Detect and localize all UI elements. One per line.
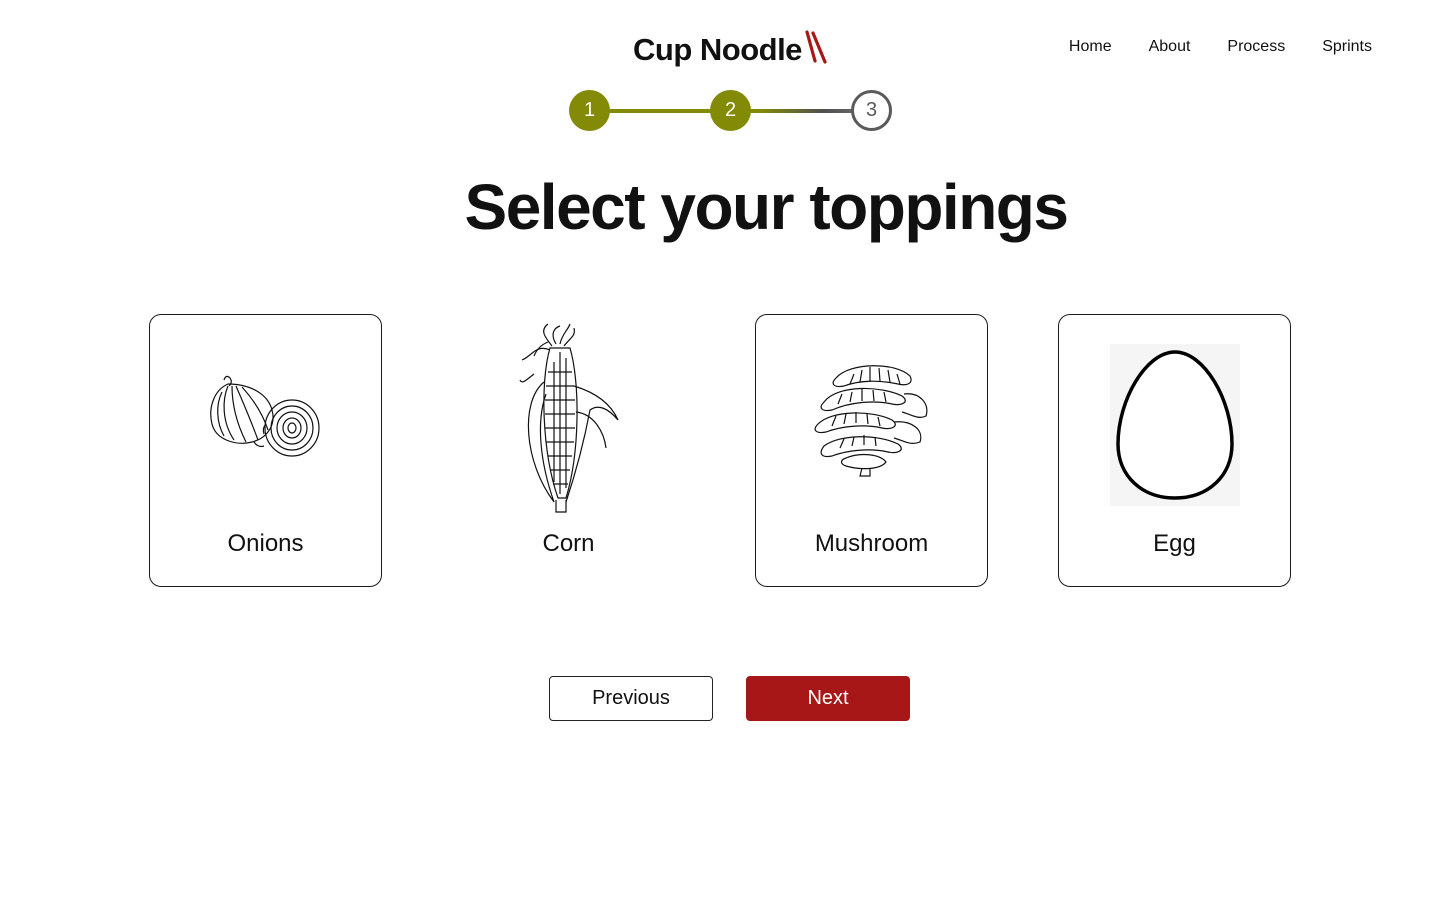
topping-label: Onions bbox=[227, 530, 304, 557]
topping-label: Egg bbox=[1153, 530, 1196, 557]
nav-about-link[interactable]: About bbox=[1149, 38, 1191, 56]
topping-label: Corn bbox=[542, 530, 595, 557]
page-title: Select your toppings bbox=[464, 171, 1069, 243]
topping-label: Mushroom bbox=[814, 530, 929, 557]
step-1[interactable]: 1 bbox=[569, 90, 610, 131]
stepper-connector-2 bbox=[749, 109, 855, 113]
previous-button[interactable]: Previous bbox=[549, 676, 713, 721]
topping-card-egg[interactable]: Egg bbox=[1058, 314, 1291, 587]
nav-process-link[interactable]: Process bbox=[1227, 38, 1285, 56]
topping-card-corn[interactable]: Corn bbox=[452, 314, 685, 587]
topping-card-mushroom[interactable]: Mushroom bbox=[755, 314, 988, 587]
brand-name: Cup Noodle bbox=[633, 32, 802, 67]
step-3[interactable]: 3 bbox=[851, 90, 892, 131]
mushroom-art bbox=[756, 315, 987, 520]
mushroom-icon bbox=[814, 364, 927, 477]
brand-logo[interactable]: Cup Noodle bbox=[633, 28, 828, 72]
stepper-connector-1 bbox=[607, 109, 713, 113]
nav-home-link[interactable]: Home bbox=[1069, 38, 1112, 56]
next-button[interactable]: Next bbox=[746, 676, 910, 721]
chopsticks-icon bbox=[805, 30, 827, 64]
onion-art bbox=[150, 315, 381, 520]
step-2[interactable]: 2 bbox=[710, 90, 751, 131]
egg-art bbox=[1059, 315, 1290, 520]
corn-art bbox=[453, 315, 684, 520]
egg-icon bbox=[1109, 344, 1240, 506]
nav-sprints-link[interactable]: Sprints bbox=[1322, 38, 1372, 56]
main-nav: Home About Process Sprints bbox=[1069, 38, 1372, 56]
corn-icon bbox=[518, 323, 619, 513]
progress-stepper: 1 2 3 bbox=[569, 90, 893, 132]
onion-icon bbox=[209, 375, 320, 457]
topping-card-onions[interactable]: Onions bbox=[149, 314, 382, 587]
